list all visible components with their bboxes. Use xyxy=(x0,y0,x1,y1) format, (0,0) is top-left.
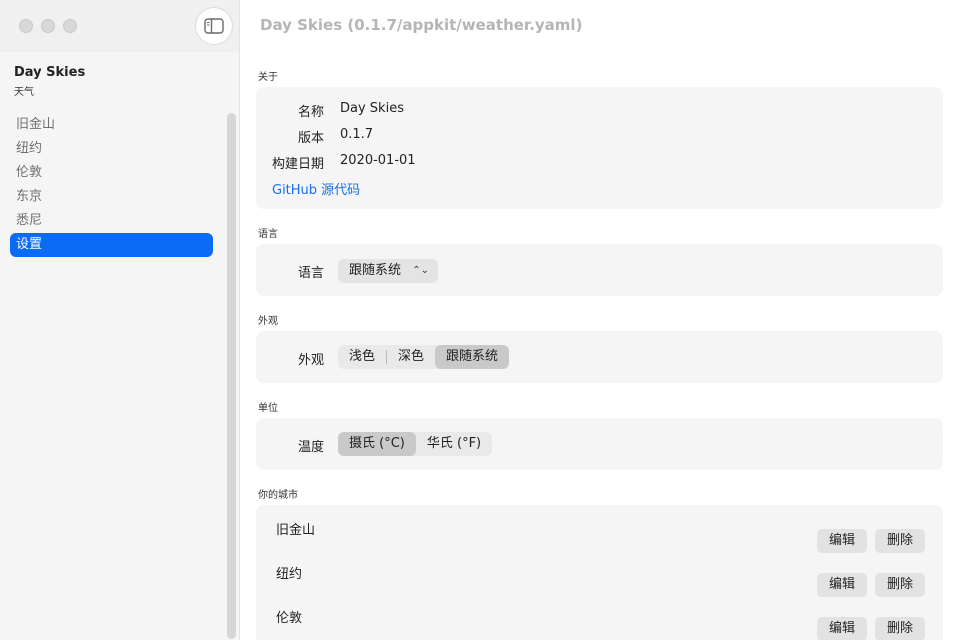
up-down-chevron-icon: ⌃⌄ xyxy=(412,265,429,276)
sidebar-nav: 旧金山 纽约 伦敦 东京 悉尼 设置 xyxy=(10,113,213,257)
sidebar-item-settings[interactable]: 设置 xyxy=(10,233,213,257)
sidebar-toggle-button[interactable] xyxy=(195,7,233,45)
app-subtitle: 天气 xyxy=(14,87,34,98)
sidebar-scrollbar[interactable] xyxy=(227,113,236,639)
sidebar-content: Day Skies 天气 旧金山 纽约 伦敦 东京 悉尼 设置 xyxy=(0,52,239,640)
city-row-name: 旧金山 xyxy=(276,523,316,538)
language-label: 语言 xyxy=(297,266,324,281)
language-section-label: 语言 xyxy=(258,229,278,240)
app-name: Day Skies xyxy=(14,65,86,80)
temperature-option-celsius[interactable]: 摄氏 (°C) xyxy=(338,432,416,456)
sidebar: Day Skies 天气 旧金山 纽约 伦敦 东京 悉尼 设置 xyxy=(0,0,240,640)
language-select[interactable]: 跟随系统 ⌃⌄ xyxy=(338,259,438,283)
sidebar-icon xyxy=(204,18,224,34)
edit-city-button[interactable]: 编辑 xyxy=(817,529,868,553)
window-title: Day Skies (0.1.7/appkit/weather.yaml) xyxy=(260,16,583,34)
appearance-option-light[interactable]: 浅色 xyxy=(338,345,386,369)
window-controls xyxy=(19,19,77,33)
version-value: 0.1.7 xyxy=(340,127,374,142)
sidebar-item-new-york[interactable]: 纽约 xyxy=(10,137,213,161)
appearance-section-label: 外观 xyxy=(258,316,278,327)
delete-city-button[interactable]: 删除 xyxy=(875,573,926,597)
temperature-segmented-control: 摄氏 (°C) 华氏 (°F) xyxy=(338,432,493,456)
build-date-value: 2020-01-01 xyxy=(340,153,416,168)
name-label: 名称 xyxy=(297,105,324,120)
city-row-name: 纽约 xyxy=(276,567,303,582)
zoom-window-button[interactable] xyxy=(63,19,77,33)
name-value: Day Skies xyxy=(340,101,404,116)
about-card: 名称 Day Skies 版本 0.1.7 构建日期 2020-01-01 Gi… xyxy=(256,87,943,209)
language-card: 语言 跟随系统 ⌃⌄ xyxy=(256,244,943,296)
build-date-label: 构建日期 xyxy=(271,157,324,172)
sidebar-item-sydney[interactable]: 悉尼 xyxy=(10,209,213,233)
delete-city-button[interactable]: 删除 xyxy=(875,617,926,640)
edit-city-button[interactable]: 编辑 xyxy=(817,617,868,640)
cities-section-label: 你的城市 xyxy=(258,490,298,501)
language-select-value: 跟随系统 xyxy=(349,263,402,278)
appearance-segmented-control: 浅色 深色 跟随系统 xyxy=(338,345,510,369)
temperature-option-fahrenheit[interactable]: 华氏 (°F) xyxy=(416,432,492,456)
sidebar-item-tokyo[interactable]: 东京 xyxy=(10,185,213,209)
about-section-label: 关于 xyxy=(258,72,278,83)
appearance-option-system[interactable]: 跟随系统 xyxy=(435,345,510,369)
temperature-label: 温度 xyxy=(297,440,324,455)
delete-city-button[interactable]: 删除 xyxy=(875,529,926,553)
edit-city-button[interactable]: 编辑 xyxy=(817,573,868,597)
units-section-label: 单位 xyxy=(258,403,278,414)
appearance-option-dark[interactable]: 深色 xyxy=(387,345,435,369)
sidebar-item-london[interactable]: 伦敦 xyxy=(10,161,213,185)
appearance-label: 外观 xyxy=(297,353,324,368)
settings-pane: Day Skies (0.1.7/appkit/weather.yaml) 关于… xyxy=(240,0,960,640)
appearance-card: 外观 浅色 深色 跟随系统 xyxy=(256,331,943,383)
close-window-button[interactable] xyxy=(19,19,33,33)
cities-card: 旧金山 编辑 删除 纽约 编辑 删除 伦敦 编辑 删除 xyxy=(256,505,943,640)
version-label: 版本 xyxy=(297,131,324,146)
github-source-link[interactable]: GitHub 源代码 xyxy=(272,179,360,198)
sidebar-item-san-francisco[interactable]: 旧金山 xyxy=(10,113,213,137)
units-card: 温度 摄氏 (°C) 华氏 (°F) xyxy=(256,418,943,470)
city-row-name: 伦敦 xyxy=(276,611,303,626)
minimize-window-button[interactable] xyxy=(41,19,55,33)
